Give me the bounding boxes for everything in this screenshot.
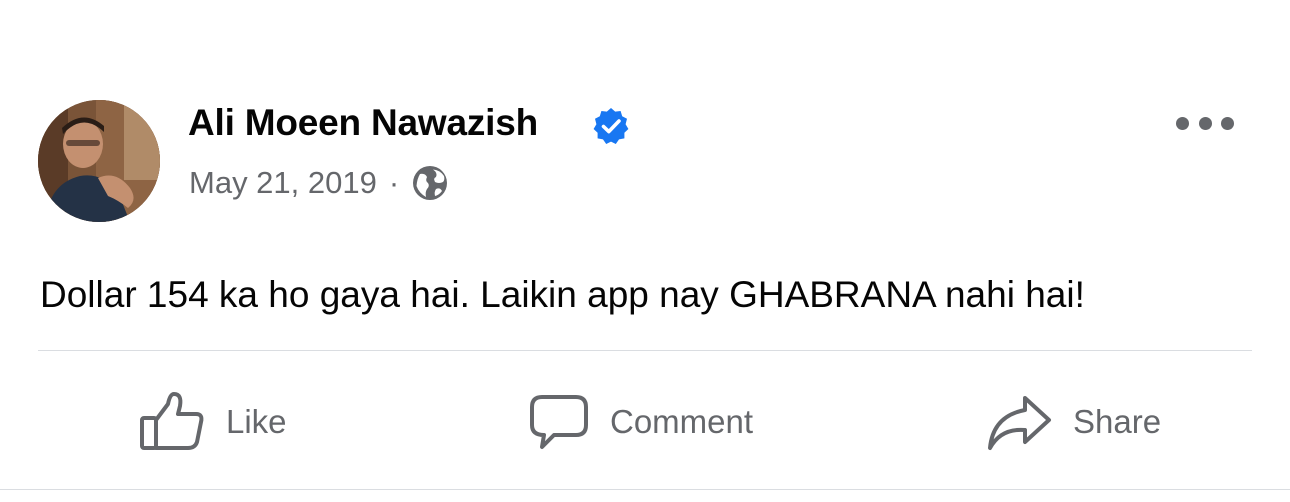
post-meta: May 21, 2019 · (189, 163, 449, 203)
verified-badge-icon (593, 108, 629, 144)
more-options-icon (1176, 116, 1189, 130)
divider (38, 350, 1252, 351)
share-label: Share (1073, 403, 1162, 440)
comment-label: Comment (610, 403, 754, 440)
meta-separator: · (388, 165, 400, 200)
author-name[interactable]: Ali Moeen Nawazish (188, 102, 538, 144)
like-label: Like (226, 403, 287, 440)
more-options-button[interactable] (1176, 106, 1234, 140)
avatar-photo (38, 100, 160, 222)
share-arrow-icon (988, 396, 1051, 450)
more-options-dot (1198, 116, 1212, 130)
bottom-divider (0, 489, 1290, 490)
post-text: Dollar 154 ka ho gaya hai. Laikin app na… (40, 274, 1085, 315)
avatar[interactable] (38, 100, 160, 222)
post-date[interactable]: May 21, 2019 (189, 165, 377, 201)
share-button[interactable]: Share (985, 386, 1161, 458)
globe-icon[interactable] (411, 164, 449, 202)
like-button[interactable]: Like (138, 386, 287, 458)
thumbs-up-icon (140, 392, 204, 450)
more-options-dot (1221, 116, 1234, 130)
comment-bubble-icon (530, 395, 588, 449)
post-card: Ali Moeen Nawazish May 21, 2019 · Dollar… (0, 0, 1290, 502)
comment-button[interactable]: Comment (528, 386, 753, 458)
